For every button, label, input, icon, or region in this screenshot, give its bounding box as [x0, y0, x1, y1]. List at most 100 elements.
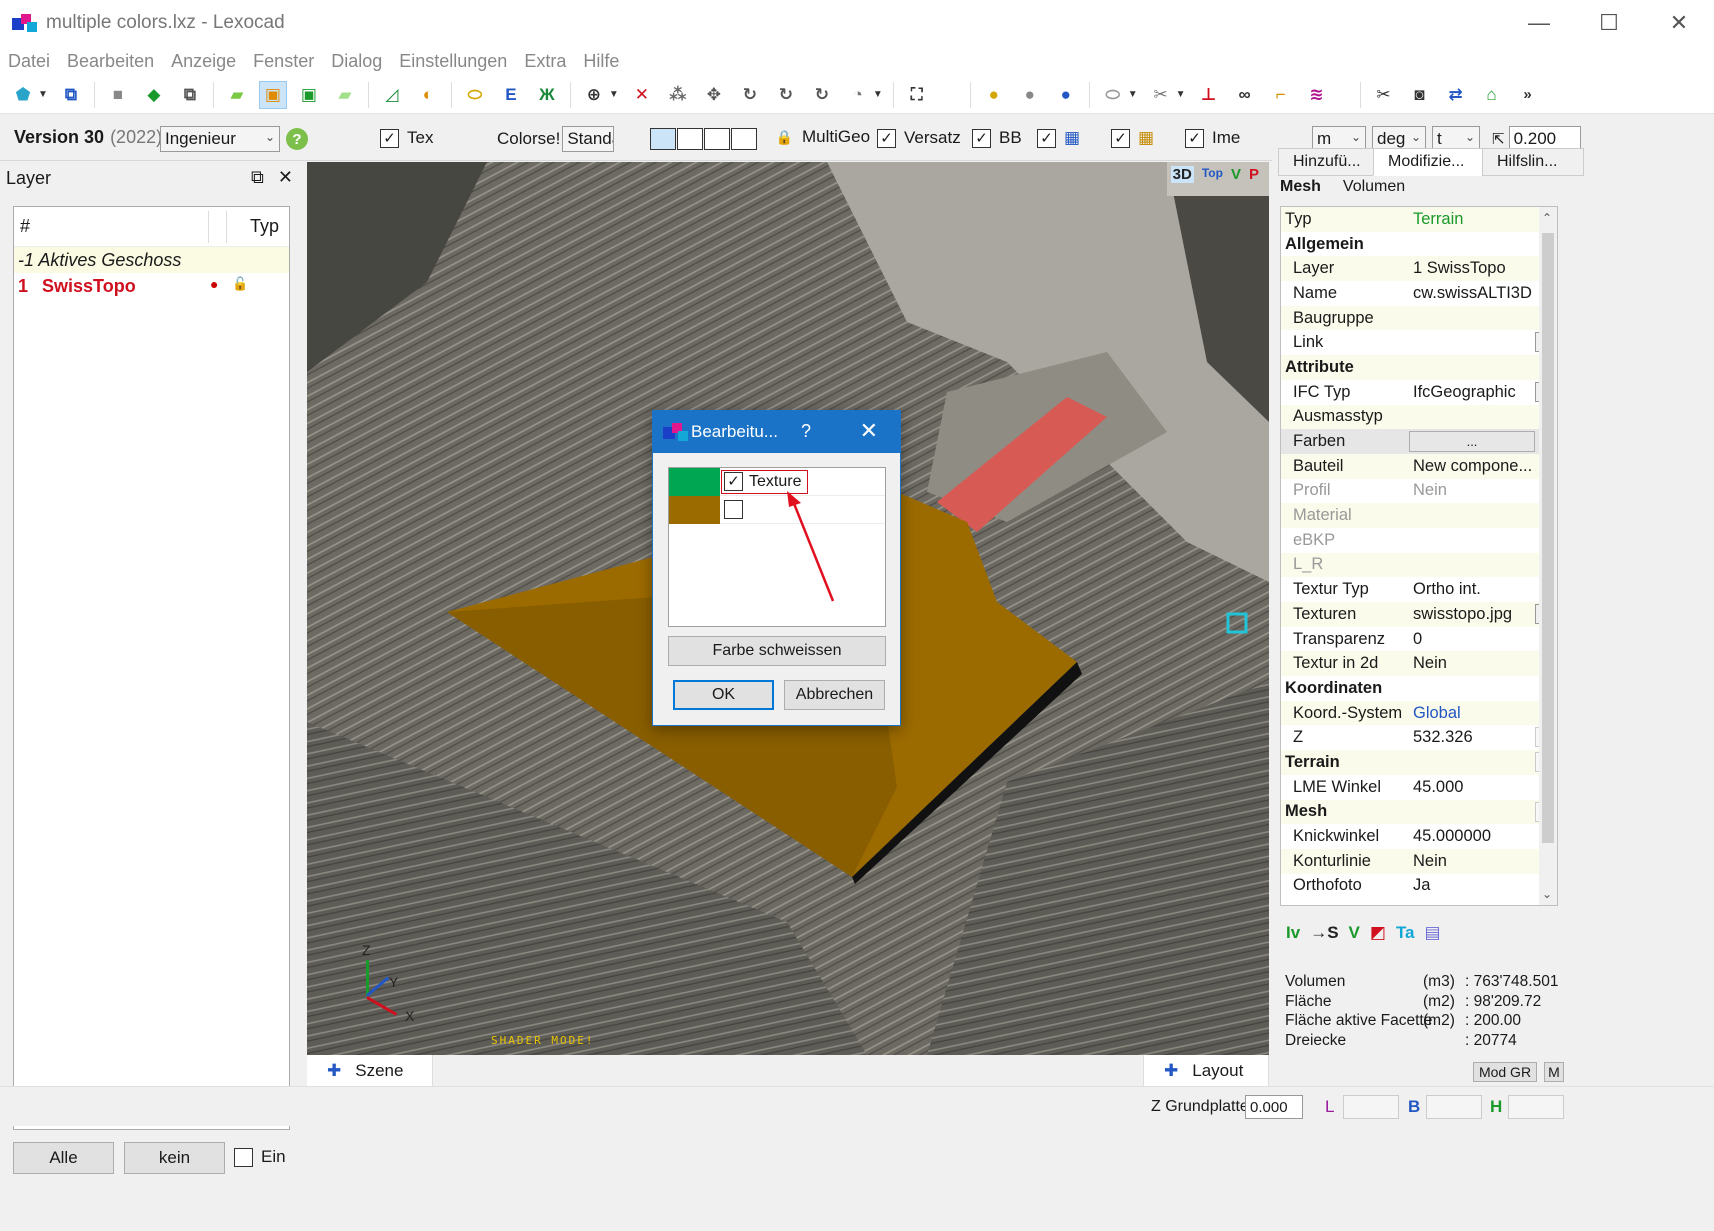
property-row[interactable]: Knickwinkel 45.000000 [1281, 824, 1557, 849]
tab-layout[interactable]: ✚ Layout [1143, 1055, 1269, 1086]
property-row[interactable]: Transparenz 0 [1281, 627, 1557, 652]
zoom-icon[interactable]: ⊕ [581, 82, 607, 108]
tab-modify[interactable]: Modifizie... [1373, 148, 1483, 176]
property-row[interactable]: L_R [1281, 552, 1557, 578]
property-row[interactable]: Bauteil New compone... [1281, 453, 1557, 479]
layer-row-swisstopo[interactable]: 1 SwissTopo ● 🔓 [14, 273, 289, 299]
property-row[interactable]: Z532.326+ [1281, 725, 1557, 750]
chevron-down-icon[interactable]: ▼ [1128, 89, 1138, 100]
tex-checkbox[interactable]: ✓ [380, 128, 399, 148]
maximize-button[interactable]: ☐ [1574, 0, 1644, 46]
option-a-checkbox[interactable]: ✓ [1037, 128, 1056, 148]
property-row[interactable]: Layer 1 SwissTopo [1281, 256, 1557, 282]
ok-button[interactable]: OK [673, 680, 774, 710]
property-row[interactable]: eBKP [1281, 528, 1557, 553]
profile-select[interactable]: Ingenieur ⌄ [160, 126, 280, 152]
plane-light-icon[interactable]: ▰ [332, 82, 358, 108]
property-row[interactable]: Textur Typ Ortho int. [1281, 577, 1557, 602]
menu-einstellungen[interactable]: Einstellungen [399, 51, 507, 72]
restore-icon[interactable]: ⧉ [251, 167, 264, 188]
frame-icon[interactable]: ⛶ [904, 82, 930, 108]
nodes-icon[interactable]: ⁂ [665, 82, 691, 108]
property-row[interactable]: Typ Terrain [1281, 207, 1557, 232]
lock-open-icon[interactable]: 🔓 [232, 276, 248, 292]
scroll-down-icon[interactable]: ⌄ [1542, 887, 1552, 901]
copy-icon[interactable]: ⧉ [177, 82, 203, 108]
property-row[interactable]: Attribute [1281, 355, 1557, 380]
iv-icon[interactable]: Iv [1286, 923, 1300, 943]
weld-color-button[interactable]: Farbe schweissen [668, 636, 886, 666]
active-floor-row[interactable]: -1 Aktives Geschoss [14, 247, 289, 273]
layout-single-icon[interactable] [650, 128, 676, 150]
l-input[interactable] [1343, 1095, 1399, 1119]
axis-icon[interactable]: ⊥ [1196, 82, 1222, 108]
tower-icon[interactable]: Ж [534, 82, 560, 108]
layers-icon[interactable]: ▤ [1425, 923, 1441, 943]
mod-gr-button[interactable]: Mod GR [1473, 1062, 1537, 1082]
light-bulb-off-icon[interactable]: ● [1017, 82, 1043, 108]
binoculars-icon[interactable]: ∞ [1232, 82, 1258, 108]
close-button[interactable]: ✕ [1644, 0, 1714, 46]
camera-icon[interactable]: ◙ [1407, 82, 1433, 108]
rotate-2-icon[interactable]: ↻ [773, 82, 799, 108]
scroll-up-icon[interactable]: ⌃ [1542, 211, 1552, 225]
property-row[interactable]: Terrain⧉ [1281, 750, 1557, 775]
property-row[interactable]: Koordinaten [1281, 676, 1557, 701]
more-icon[interactable]: » [1515, 82, 1541, 108]
menu-dialog[interactable]: Dialog [331, 51, 382, 72]
property-row[interactable]: Konturlinie Nein [1281, 848, 1557, 874]
property-row[interactable]: Texturenswisstopo.jpg... [1281, 602, 1557, 627]
color-row-2[interactable] [669, 495, 885, 524]
color-row-1[interactable]: ✓ Texture [669, 467, 885, 496]
menu-datei[interactable]: Datei [8, 51, 50, 72]
property-row[interactable]: Baugruppe [1281, 305, 1557, 331]
move-icon[interactable]: ✥ [701, 82, 727, 108]
toggle-icon[interactable]: ⬭ [1100, 82, 1126, 108]
subtab-volumen[interactable]: Volumen [1343, 178, 1405, 196]
view-p-button[interactable]: P [1249, 166, 1259, 183]
light-info-icon[interactable]: ● [1053, 82, 1079, 108]
m-button[interactable]: M [1544, 1062, 1564, 1082]
tab-scene[interactable]: ✚ Szene [307, 1055, 433, 1086]
pin-icon[interactable]: ● [210, 276, 218, 292]
multigeo-lock-icon[interactable]: 🔒 [775, 128, 794, 147]
ein-checkbox[interactable] [234, 1147, 253, 1167]
property-row[interactable]: Material [1281, 503, 1557, 528]
menu-bearbeiten[interactable]: Bearbeiten [67, 51, 154, 72]
ta-icon[interactable]: Ta [1396, 923, 1415, 943]
property-row[interactable]: Allgemein [1281, 232, 1557, 257]
chevron-down-icon[interactable]: ▼ [873, 89, 883, 100]
minimize-button[interactable]: — [1504, 0, 1574, 46]
h-input[interactable] [1508, 1095, 1564, 1119]
ime-checkbox[interactable]: ✓ [1185, 128, 1204, 148]
rotate-icon[interactable]: ↻ [737, 82, 763, 108]
property-row[interactable]: Orthofoto Ja [1281, 874, 1557, 899]
level-icon[interactable]: ⬭ [462, 82, 488, 108]
refresh-icon[interactable]: ◔ [845, 82, 871, 108]
subtab-mesh[interactable]: Mesh [1280, 178, 1321, 196]
scissors-icon[interactable]: ✂ [1148, 82, 1174, 108]
ruler-icon[interactable]: ⌐ [1268, 82, 1294, 108]
help-icon[interactable]: ? [286, 128, 308, 150]
none-button[interactable]: kein [124, 1142, 225, 1174]
property-row[interactable]: Profil Nein [1281, 479, 1557, 504]
farben-button[interactable]: ... [1409, 431, 1535, 453]
dialog-help-button[interactable]: ? [801, 421, 811, 442]
menu-hilfe[interactable]: Hilfe [583, 51, 619, 72]
layout-two-icon[interactable] [677, 128, 703, 150]
3d-box-icon[interactable]: ⧉ [58, 82, 84, 108]
z-baseplate-input[interactable]: 0.000 [1245, 1095, 1303, 1119]
property-row[interactable]: Textur in 2d Nein [1281, 651, 1557, 677]
property-row[interactable]: LME Winkel 45.000 [1281, 775, 1557, 800]
colorset-select[interactable]: Standaı [562, 126, 615, 152]
bb-checkbox[interactable]: ✓ [972, 128, 991, 148]
solid-color-icon[interactable]: ▣ [258, 80, 287, 109]
frame-red-icon[interactable]: ◩ [1370, 923, 1386, 943]
cube-grey-icon[interactable]: ■ [105, 82, 131, 108]
letter-e-icon[interactable]: E [498, 82, 524, 108]
property-row[interactable]: Link... [1281, 330, 1557, 355]
property-row[interactable]: Mesh⧉ [1281, 799, 1557, 825]
view-3d-button[interactable]: 3D [1170, 166, 1194, 183]
rotate-3-icon[interactable]: ↻ [809, 82, 835, 108]
view-top-button[interactable]: Top [1202, 166, 1223, 183]
